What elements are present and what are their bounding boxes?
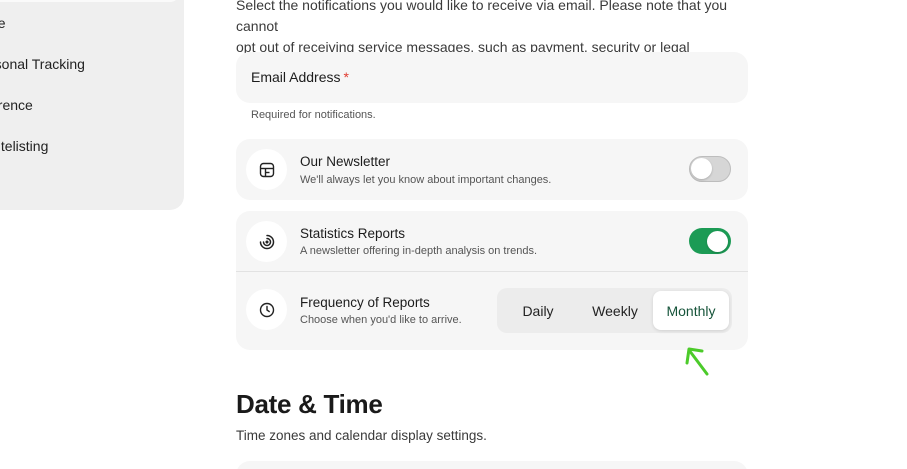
newsletter-toggle[interactable] — [689, 156, 731, 182]
newsletter-subtitle: We'll always let you know about importan… — [300, 174, 552, 186]
toggle-knob — [707, 230, 728, 252]
statistics-subtitle: A newsletter offering in-depth analysis … — [300, 245, 538, 257]
sidebar-item-appearance[interactable]: arence — [0, 97, 33, 113]
sidebar-item-personal-tracking[interactable]: rsonal Tracking — [0, 56, 85, 72]
frequency-option-weekly[interactable]: Weekly — [577, 291, 653, 330]
toggle-knob — [691, 158, 712, 179]
date-time-title: Date & Time — [236, 389, 383, 419]
statistics-reports-card: Statistics Reports A newsletter offering… — [236, 211, 748, 350]
required-mark: * — [343, 69, 349, 85]
frequency-subtitle: Choose when you'd like to arrive. — [300, 314, 462, 326]
frequency-title: Frequency of Reports — [300, 295, 430, 310]
newsletter-icon — [246, 149, 287, 190]
divider — [236, 271, 748, 272]
frequency-selector: Daily Weekly Monthly — [497, 288, 732, 333]
arrow-annotation-icon — [685, 347, 709, 376]
spiral-chart-icon — [246, 221, 287, 262]
frequency-option-daily[interactable]: Daily — [500, 291, 576, 330]
email-label: Email Address * — [251, 69, 349, 85]
frequency-option-monthly[interactable]: Monthly — [653, 291, 729, 330]
statistics-toggle[interactable] — [689, 228, 731, 254]
newsletter-row: Our Newsletter We'll always let you know… — [236, 139, 748, 200]
email-help-text: Required for notifications. — [251, 109, 376, 121]
statistics-title: Statistics Reports — [300, 226, 406, 241]
sidebar: ne rsonal Tracking arence hitelisting a — [0, 0, 184, 210]
email-field[interactable]: Email Address * — [236, 52, 748, 103]
clock-icon — [246, 289, 287, 330]
sidebar-item-whitelisting[interactable]: hitelisting — [0, 138, 48, 154]
sidebar-item-home[interactable]: ne — [0, 15, 6, 31]
sidebar-active-item[interactable] — [0, 0, 180, 2]
date-time-card — [236, 461, 748, 469]
date-time-subtitle: Time zones and calendar display settings… — [236, 428, 487, 443]
newsletter-title: Our Newsletter — [300, 154, 391, 169]
